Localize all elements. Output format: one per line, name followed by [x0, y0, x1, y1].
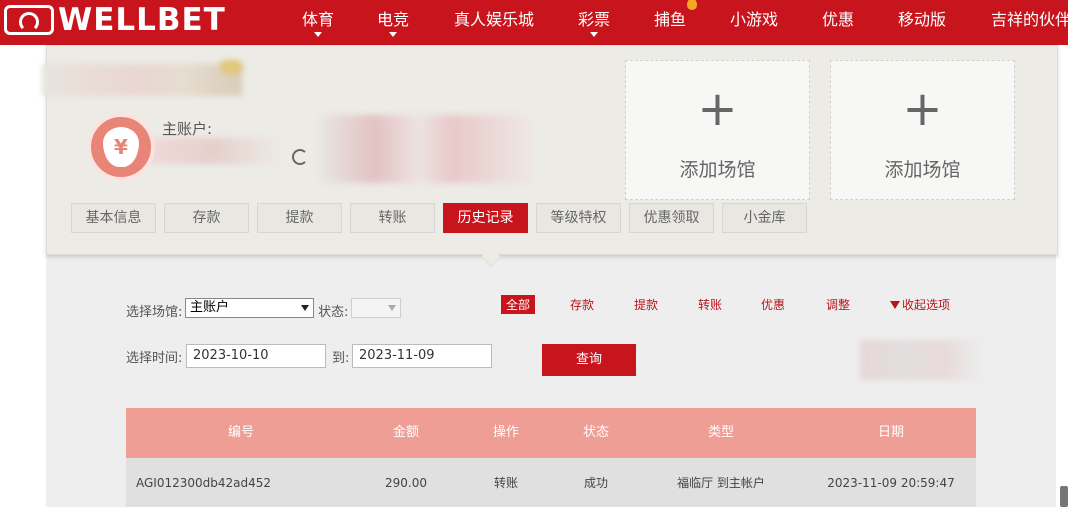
nav-item-mobile[interactable]: 移动版	[898, 6, 946, 30]
venue-select-value: 主账户	[190, 300, 230, 315]
logo-mark-icon	[4, 5, 54, 35]
nav-label: 吉祥的伙伴	[991, 10, 1068, 29]
nav-label: 移动版	[898, 10, 947, 29]
nav-item-fishing[interactable]: 捕鱼	[654, 6, 686, 30]
nav-item-promotions[interactable]: 优惠	[822, 6, 854, 30]
chevron-down-icon	[314, 32, 322, 37]
plus-icon: +	[697, 81, 738, 137]
tab-claim-promotions[interactable]: 优惠领取	[629, 203, 714, 233]
column-header: 操作	[492, 425, 519, 440]
triangle-down-icon	[890, 301, 900, 309]
nav-label: 捕鱼	[654, 10, 687, 29]
table-header: 编号 金额 操作 状态 类型 日期	[126, 408, 976, 458]
tab-withdraw[interactable]: 提款	[257, 203, 342, 233]
column-header: 状态	[582, 425, 609, 440]
venue-select[interactable]: 主账户	[185, 298, 314, 318]
cell-operation: 转账	[493, 476, 518, 490]
column-header: 编号	[227, 425, 254, 440]
filter-type-withdraw[interactable]: 提款	[634, 296, 658, 313]
redacted-balance	[148, 138, 278, 164]
flame-icon	[687, 0, 697, 10]
nav-label: 优惠	[822, 10, 855, 29]
nav-item-live-casino[interactable]: 真人娱乐城	[454, 6, 534, 30]
cell-type: 福临厅 到主帐户	[677, 476, 765, 490]
nav-item-esports[interactable]: 电竞	[377, 6, 410, 37]
nav-label: 真人娱乐城	[454, 10, 535, 29]
tab-history[interactable]: 历史记录	[443, 203, 528, 233]
filter-type-transfer[interactable]: 转账	[698, 296, 722, 313]
scrollbar-thumb[interactable]	[1060, 486, 1068, 507]
top-nav-bar: WELLBET 体育 电竞 真人娱乐城 彩票 捕鱼 小游戏 优惠 移动版 吉祥的…	[0, 0, 1068, 45]
nav-item-lottery[interactable]: 彩票	[578, 6, 611, 37]
tab-transfer[interactable]: 转账	[350, 203, 435, 233]
filter-type-adjustment[interactable]: 调整	[826, 296, 850, 313]
column-header: 金额	[392, 425, 419, 440]
filter-type-all[interactable]: 全部	[501, 295, 536, 314]
nav-label: 彩票	[578, 10, 611, 29]
vip-crown-icon	[220, 60, 242, 74]
date-from-input[interactable]: 2023-10-10	[186, 344, 326, 368]
redacted-promo-box	[860, 340, 980, 380]
chevron-down-icon	[389, 32, 397, 37]
nav-item-partners[interactable]: 吉祥的伙伴	[991, 6, 1068, 30]
date-to-input[interactable]: 2023-11-09	[352, 344, 492, 368]
column-header: 日期	[877, 425, 904, 440]
main-account-label: 主账户:	[162, 120, 213, 138]
query-button[interactable]: 查询	[542, 344, 636, 376]
nav-item-sports[interactable]: 体育	[302, 6, 335, 37]
logo-text: WELLBET	[58, 2, 226, 38]
collapse-options-link[interactable]: 收起选项	[890, 296, 950, 313]
nav-item-mini-games[interactable]: 小游戏	[730, 6, 778, 30]
tab-vip-privileges[interactable]: 等级特权	[536, 203, 621, 233]
chevron-down-icon	[590, 32, 598, 37]
nav-label: 电竞	[377, 10, 410, 29]
add-venue-label: 添加场馆	[679, 159, 756, 181]
cell-date: 2023-11-09 20:59:47	[827, 476, 955, 490]
chevron-down-icon	[301, 305, 309, 311]
redacted-balance-detail	[320, 115, 540, 183]
add-venue-card[interactable]: + 添加场馆	[830, 60, 1015, 200]
chevron-down-icon	[388, 305, 396, 311]
table-row: AGI012300db42ad452 290.00 转账 成功 福临厅 到主帐户…	[126, 458, 976, 507]
plus-icon: +	[902, 81, 943, 137]
collapse-options-label: 收起选项	[902, 298, 951, 312]
filter-type-deposit[interactable]: 存款	[570, 296, 594, 313]
filter-type-promotion[interactable]: 优惠	[761, 296, 785, 313]
cell-amount: 290.00	[385, 476, 427, 490]
history-table: 编号 金额 操作 状态 类型 日期 AGI012300db42ad452 290…	[126, 408, 976, 507]
time-range-label: 选择时间:	[126, 351, 183, 366]
tab-basic-info[interactable]: 基本信息	[71, 203, 156, 233]
add-venue-label: 添加场馆	[884, 159, 961, 181]
add-venue-card[interactable]: + 添加场馆	[625, 60, 810, 200]
money-bag-icon: ¥	[103, 127, 139, 167]
status-select[interactable]	[351, 298, 401, 318]
nav-label: 小游戏	[730, 10, 779, 29]
cell-id: AGI012300db42ad452	[136, 476, 272, 490]
currency-symbol: ¥	[114, 135, 128, 159]
column-header: 类型	[707, 425, 734, 440]
nav-label: 体育	[302, 10, 335, 29]
tab-deposit[interactable]: 存款	[164, 203, 249, 233]
redacted-username	[42, 64, 242, 96]
avatar: ¥	[87, 113, 155, 181]
date-to-label: 到:	[332, 351, 350, 366]
tab-vault[interactable]: 小金库	[722, 203, 807, 233]
cell-status: 成功	[583, 476, 608, 490]
wellbet-logo[interactable]: WELLBET	[4, 2, 226, 38]
status-select-label: 状态:	[318, 305, 349, 320]
refresh-icon[interactable]	[292, 149, 308, 165]
venue-select-label: 选择场馆:	[126, 305, 183, 320]
